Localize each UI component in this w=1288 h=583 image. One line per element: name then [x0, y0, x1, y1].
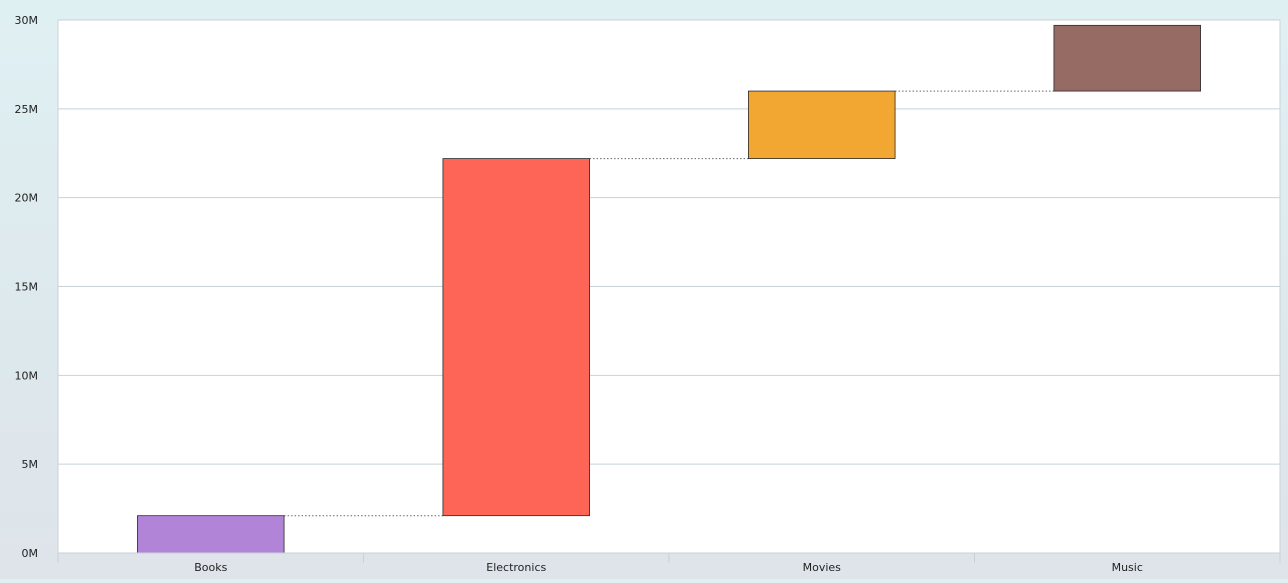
- y-tick-label: 20M: [15, 192, 39, 205]
- y-tick-label: 0M: [22, 547, 39, 560]
- bar-electronics: [442, 158, 590, 517]
- x-axis: Books Electronics Movies Music: [57, 552, 1281, 574]
- bar-music: [1053, 24, 1201, 92]
- bar-movies: [748, 90, 896, 159]
- x-tick-label: Electronics: [486, 561, 546, 574]
- x-tick-label: Books: [194, 561, 227, 574]
- chart-canvas: 0M 5M 10M 15M 20M 25M 30M Books Electronics Movi…: [15, 14, 1281, 574]
- y-tick-label: 10M: [15, 369, 39, 382]
- x-tick-label: Movies: [803, 561, 842, 574]
- x-tick-label: Music: [1112, 561, 1143, 574]
- y-tick-label: 15M: [15, 281, 39, 294]
- y-tick-label: 5M: [22, 458, 39, 471]
- y-axis: 0M 5M 10M 15M 20M 25M 30M: [15, 14, 39, 560]
- y-tick-label: 30M: [15, 14, 39, 27]
- y-tick-label: 25M: [15, 103, 39, 116]
- waterfall-chart: 0M 5M 10M 15M 20M 25M 30M Books Electronics Movi…: [0, 0, 1288, 579]
- bar-books: [137, 515, 285, 554]
